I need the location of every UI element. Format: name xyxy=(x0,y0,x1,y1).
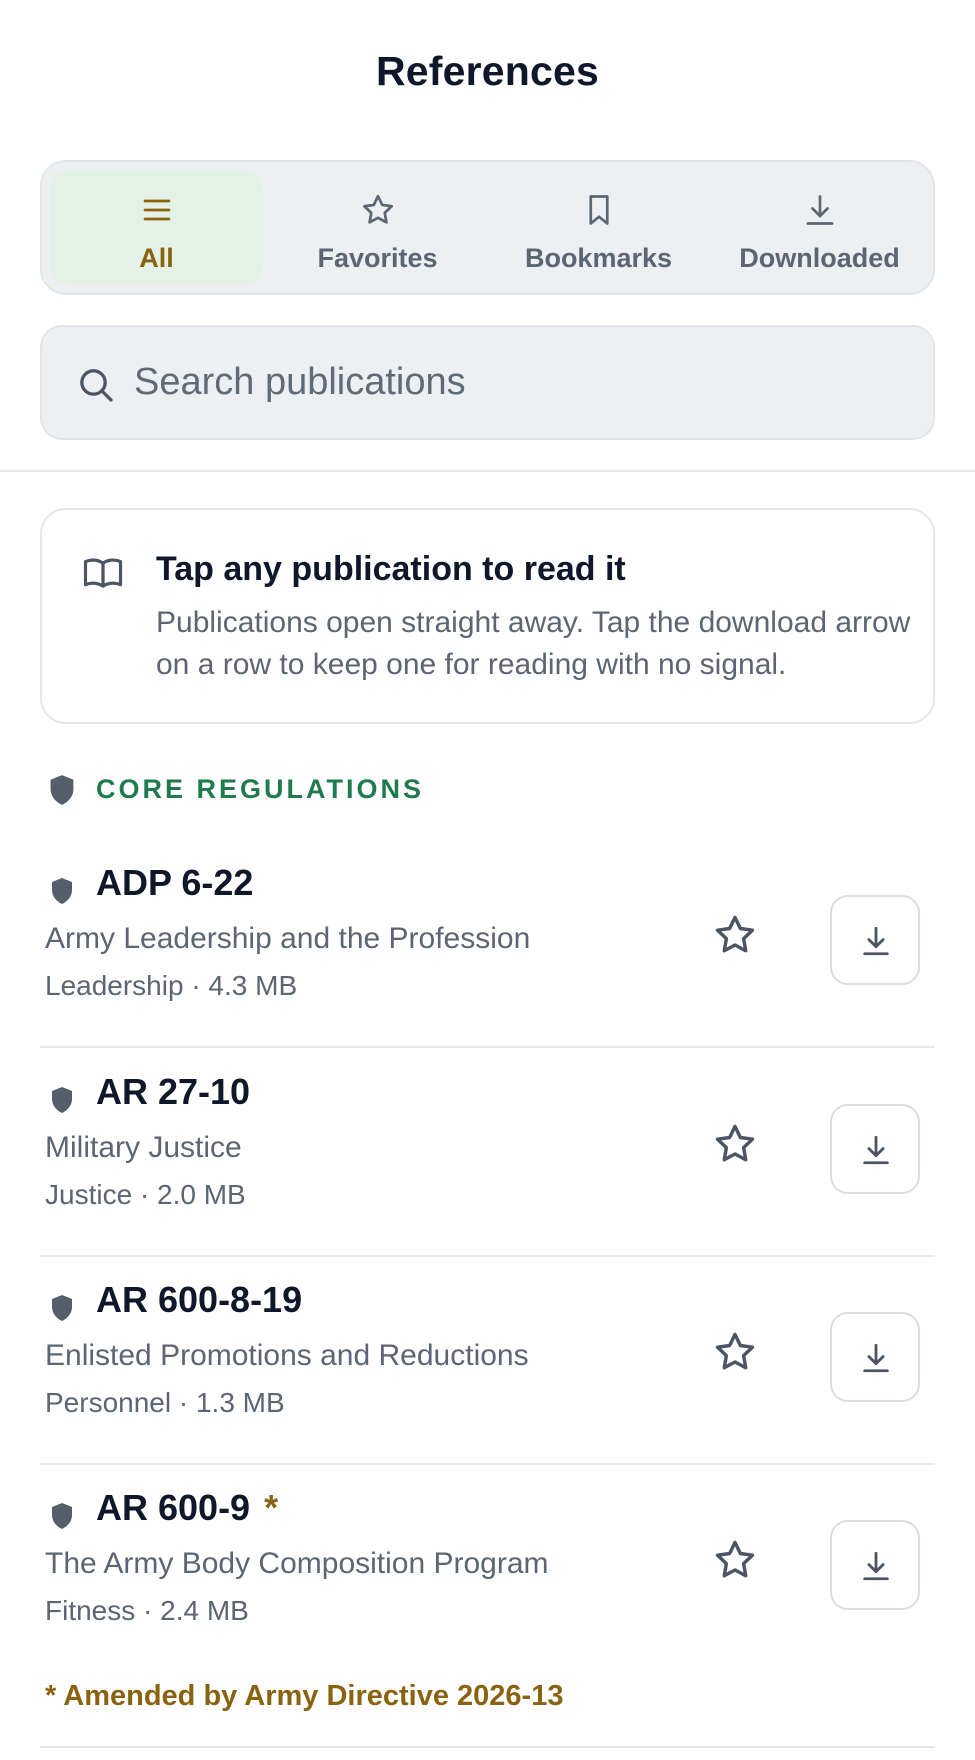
download-button[interactable] xyxy=(830,1312,920,1402)
divider xyxy=(40,1746,935,1748)
publication-title: Enlisted Promotions and Reductions xyxy=(45,1339,529,1372)
book-open-icon xyxy=(83,558,123,588)
header: References xyxy=(0,0,975,150)
publication-title: Army Leadership and the Profession xyxy=(45,922,531,955)
star-icon xyxy=(362,194,393,224)
download-icon xyxy=(863,1343,889,1373)
publication-code: AR 600-8-19 xyxy=(96,1279,303,1320)
tab-favorites[interactable]: Favorites xyxy=(271,170,484,285)
favorite-star-icon[interactable] xyxy=(712,912,758,958)
tab-downloaded[interactable]: Downloaded xyxy=(713,170,926,285)
download-icon xyxy=(863,1551,889,1581)
publication-row[interactable]: AR 600-8-19 Enlisted Promotions and Redu… xyxy=(40,1257,935,1465)
download-icon xyxy=(863,1135,889,1165)
section-title: CORE REGULATIONS xyxy=(96,774,425,804)
shield-icon xyxy=(52,1087,72,1113)
tab-downloaded-label: Downloaded xyxy=(739,243,900,273)
shield-icon xyxy=(52,1295,72,1321)
favorite-star-icon[interactable] xyxy=(712,1329,758,1375)
tab-favorites-label: Favorites xyxy=(317,243,438,273)
shield-icon xyxy=(52,878,72,904)
publication-row[interactable]: AR 27-10 Military Justice Justice · 2.0 … xyxy=(40,1049,935,1257)
menu-icon xyxy=(143,199,170,221)
row-divider xyxy=(40,1046,935,1048)
tab-bar: All Favorites Bookmarks Downloaded xyxy=(40,160,935,295)
page-title: References xyxy=(375,48,600,94)
amended-marker: * xyxy=(264,1487,279,1528)
publication-meta: Leadership · 4.3 MB xyxy=(45,970,298,1001)
publication-meta: Personnel · 1.3 MB xyxy=(45,1387,285,1418)
publication-code: ADP 6-22 xyxy=(96,862,254,903)
publication-meta: Justice · 2.0 MB xyxy=(45,1179,246,1210)
search-input[interactable] xyxy=(134,349,894,415)
download-icon xyxy=(806,195,833,225)
shield-icon xyxy=(50,775,74,805)
favorite-star-icon[interactable] xyxy=(712,1537,758,1583)
info-card-body: Publications open straight away. Tap the… xyxy=(156,606,911,681)
publication-code: AR 600-9 * xyxy=(96,1487,279,1528)
info-card: Tap any publication to read it Publicati… xyxy=(40,508,935,724)
download-button[interactable] xyxy=(830,1104,920,1194)
search-box xyxy=(40,325,935,440)
tab-bookmarks-label: Bookmarks xyxy=(524,243,673,273)
tab-all-label: All xyxy=(139,243,174,273)
favorite-star-icon[interactable] xyxy=(712,1121,758,1167)
download-icon xyxy=(863,926,889,956)
publication-title: The Army Body Composition Program xyxy=(45,1547,549,1580)
publication-title: Military Justice xyxy=(45,1131,242,1164)
download-button[interactable] xyxy=(830,1520,920,1610)
amendment-footnote: * Amended by Army Directive 2026-13 xyxy=(45,1680,564,1712)
publication-row[interactable]: AR 600-9 * The Army Body Composition Prog… xyxy=(40,1465,935,1673)
download-button[interactable] xyxy=(830,895,920,985)
info-card-title: Tap any publication to read it xyxy=(156,550,626,588)
publication-meta: Fitness · 2.4 MB xyxy=(45,1595,249,1626)
shield-icon xyxy=(52,1503,72,1529)
publication-row[interactable]: ADP 6-22 Army Leadership and the Profess… xyxy=(40,840,935,1048)
bookmark-icon xyxy=(588,195,609,225)
publication-code: AR 27-10 xyxy=(96,1071,251,1112)
divider xyxy=(0,470,975,472)
search-icon xyxy=(80,369,113,402)
tab-bookmarks[interactable]: Bookmarks xyxy=(492,170,705,285)
tab-all[interactable]: All xyxy=(50,170,263,285)
